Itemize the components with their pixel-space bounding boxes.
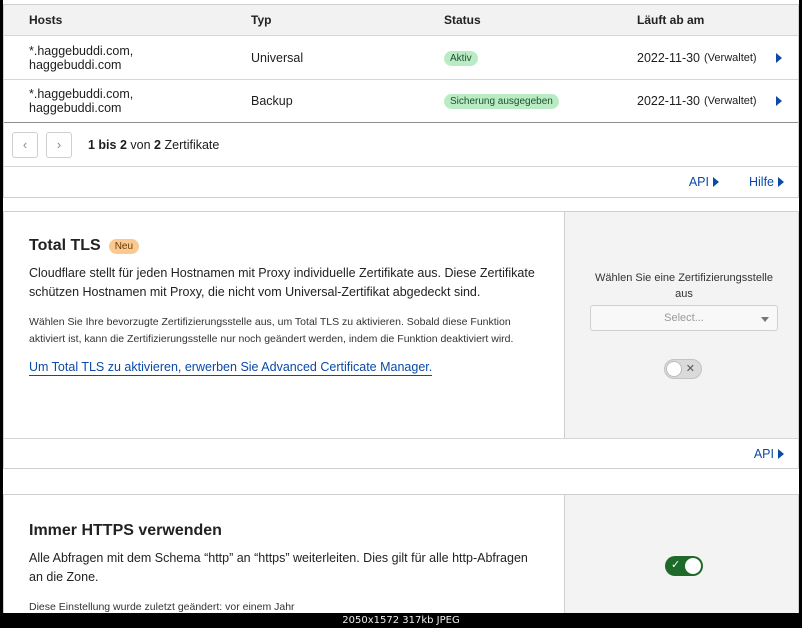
acm-purchase-link[interactable]: Um Total TLS zu aktivieren, erwerben Sie…	[29, 360, 433, 376]
card-note: Diese Einstellung wurde zuletzt geändert…	[29, 601, 295, 613]
next-page-button[interactable]: ›	[46, 131, 72, 158]
status-badge: Sicherung ausgegeben	[444, 94, 559, 109]
always-https-toggle[interactable]: ✓	[665, 556, 703, 576]
table-row[interactable]: *.haggebuddi.com, haggebuddi.com Univers…	[4, 35, 798, 79]
pagination-unit: Zertifikate	[164, 137, 220, 152]
expand-arrow-icon[interactable]	[776, 52, 782, 63]
prev-page-button[interactable]: ‹	[12, 131, 38, 158]
table-header: Hosts Typ Status Läuft ab am	[4, 5, 798, 35]
certificates-card: Hosts Typ Status Läuft ab am *.haggebudd…	[3, 4, 799, 198]
api-link-label: API	[753, 446, 774, 461]
image-caption: 2050x1572 317kb JPEG	[0, 613, 802, 628]
row-expires-cell: 2022-11-30 (Verwaltet)	[612, 51, 798, 65]
header-expires: Läuft ab am	[637, 13, 705, 27]
card-footer: API Hilfe	[4, 167, 798, 197]
total-tls-controls: Wählen Sie eine Zertifizierungsstelle au…	[564, 212, 798, 438]
card-note: Wählen Sie Ihre bevorzugte Zertifizierun…	[29, 316, 514, 345]
caret-right-icon	[712, 177, 719, 187]
api-link[interactable]: API	[689, 175, 719, 189]
card-title: Immer HTTPS verwenden	[29, 522, 222, 539]
api-link[interactable]: API	[754, 447, 784, 461]
toggle-knob	[666, 361, 682, 377]
close-icon: ✕	[685, 363, 695, 375]
expand-arrow-icon[interactable]	[776, 96, 782, 106]
api-link-label: API	[688, 175, 709, 189]
expiry-date: 2022-11-30	[637, 94, 701, 108]
managed-label: (Verwaltet)	[704, 95, 757, 107]
select-placeholder: Select...	[664, 312, 704, 324]
row-expires-cell: 2022-11-30 (Verwaltet)	[612, 94, 798, 108]
card-description: Alle Abfragen mit dem Schema “http” an “…	[29, 551, 528, 584]
row-status-cell: Aktiv	[419, 50, 612, 66]
status-badge: Aktiv	[444, 50, 478, 66]
card-footer: API	[4, 438, 798, 468]
ca-select-label: Wählen Sie eine Zertifizierungsstelle au…	[595, 272, 773, 300]
always-https-card: Immer HTTPS verwenden Alle Abfragen mit …	[3, 494, 799, 613]
managed-label: (Verwaltet)	[704, 51, 757, 64]
help-link[interactable]: Hilfe	[749, 175, 784, 189]
pagination-of: von	[130, 137, 151, 152]
page: Hosts Typ Status Läuft ab am *.haggebudd…	[3, 0, 799, 613]
total-tls-toggle[interactable]: ✕	[664, 359, 702, 379]
always-https-content: Immer HTTPS verwenden Alle Abfragen mit …	[4, 495, 564, 613]
table-row[interactable]: *.haggebuddi.com, haggebuddi.com Backup …	[4, 79, 798, 123]
header-hosts: Hosts	[29, 13, 63, 27]
total-tls-card: Total TLS Neu Cloudflare stellt für jede…	[3, 211, 799, 469]
check-icon: ✓	[671, 559, 681, 571]
pagination-info: 1 bis 2 von 2 Zertifikate	[88, 138, 219, 152]
chevron-down-icon	[761, 317, 769, 322]
total-tls-content: Total TLS Neu Cloudflare stellt für jede…	[4, 212, 564, 438]
caret-right-icon	[778, 177, 784, 187]
toggle-knob	[685, 558, 701, 574]
row-hosts: *.haggebuddi.com, haggebuddi.com	[29, 43, 134, 72]
card-description: Cloudflare stellt für jeden Hostnamen mi…	[29, 266, 535, 299]
header-type: Typ	[251, 13, 272, 27]
chevron-left-icon: ‹	[22, 137, 28, 152]
caret-right-icon	[778, 448, 784, 459]
card-title: Total TLS	[29, 237, 101, 254]
row-hosts: *.haggebuddi.com, haggebuddi.com	[29, 87, 134, 115]
ca-select[interactable]: Select...	[590, 305, 778, 331]
row-type: Backup	[251, 94, 293, 108]
pagination-total: 2	[154, 137, 161, 152]
help-link-label: Hilfe	[748, 175, 774, 189]
always-https-controls: ✓	[564, 495, 798, 613]
expiry-date: 2022-11-30	[637, 50, 701, 65]
row-status-cell: Sicherung ausgegeben	[419, 93, 612, 109]
chevron-right-icon: ›	[56, 137, 62, 152]
pagination-range: 1 bis 2	[88, 137, 127, 152]
pagination: ‹ › 1 bis 2 von 2 Zertifikate	[4, 123, 798, 167]
header-status: Status	[444, 13, 481, 27]
new-badge: Neu	[108, 238, 140, 254]
row-type: Universal	[251, 50, 304, 65]
